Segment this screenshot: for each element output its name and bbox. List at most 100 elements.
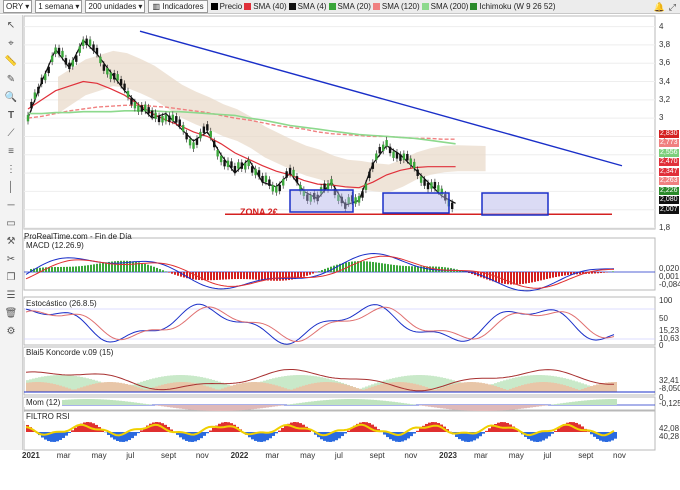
candle-body xyxy=(126,90,130,98)
mom-bar xyxy=(98,399,101,405)
koncorde-brown-area xyxy=(137,387,140,392)
candle-body xyxy=(378,146,381,154)
macd-title: MACD (12.26.9) xyxy=(24,241,86,250)
macd-histogram-bar xyxy=(237,272,239,279)
candle-body xyxy=(402,153,406,160)
macd-histogram-bar xyxy=(300,272,302,278)
mom-bar xyxy=(365,399,368,405)
macd-histogram-bar xyxy=(234,272,236,280)
mom-bar xyxy=(221,405,224,411)
mom-bar xyxy=(200,405,203,411)
koncorde-brown-area xyxy=(332,382,335,392)
macd-histogram-bar xyxy=(162,270,164,272)
x-tick-label: mar xyxy=(56,451,71,460)
candle-body xyxy=(44,73,47,81)
mom-bar xyxy=(368,399,371,405)
macd-histogram-bar xyxy=(603,272,605,273)
koncorde-brown-area xyxy=(401,382,404,392)
koncorde-brown-area xyxy=(89,384,92,392)
mom-bar xyxy=(350,399,353,405)
rsi-bar xyxy=(347,430,350,432)
mom-bar xyxy=(323,400,326,405)
macd-histogram-bar xyxy=(321,270,323,272)
koncorde-brown-area xyxy=(377,384,380,392)
candle-body xyxy=(371,162,375,169)
mom-bar xyxy=(179,405,182,409)
koncorde-brown-area xyxy=(545,382,548,392)
koncorde-brown-area xyxy=(560,384,563,392)
koncorde-brown-area xyxy=(128,384,131,392)
macd-histogram-bar xyxy=(402,265,404,272)
mom-bar xyxy=(74,399,77,405)
macd-histogram-bar xyxy=(54,267,56,272)
rsi-bar xyxy=(530,432,533,441)
koncorde-brown-area xyxy=(341,383,344,392)
macd-histogram-bar xyxy=(75,266,77,272)
mom-bar xyxy=(485,405,488,411)
mom-bar xyxy=(377,400,380,405)
mom-bar xyxy=(197,405,200,411)
chart-area[interactable] xyxy=(0,0,680,490)
macd-histogram-bar xyxy=(81,265,83,272)
koncorde-brown-area xyxy=(29,382,32,392)
koncorde-brown-area xyxy=(476,382,479,392)
koncorde-brown-area xyxy=(479,382,482,392)
rsi-bar xyxy=(602,432,605,442)
rsi-bar xyxy=(209,430,212,432)
mom-bar xyxy=(314,401,317,405)
koncorde-brown-area xyxy=(233,384,236,392)
candle-body xyxy=(223,159,226,167)
candle-body xyxy=(268,179,271,186)
macd-histogram-bar xyxy=(318,271,320,272)
macd-histogram-bar xyxy=(222,272,224,280)
macd-histogram-bar xyxy=(558,272,560,277)
mom-bar xyxy=(458,405,461,411)
mom-bar xyxy=(593,399,596,405)
mom-bar xyxy=(296,403,299,405)
mom-bar xyxy=(224,405,227,411)
macd-histogram-bar xyxy=(90,264,92,272)
macd-histogram-bar xyxy=(252,272,254,280)
koncorde-brown-area xyxy=(104,382,107,392)
candle-body xyxy=(150,110,154,117)
macd-histogram-bar xyxy=(513,272,515,285)
mom-bar xyxy=(542,405,545,406)
macd-histogram-bar xyxy=(306,272,308,276)
koncorde-brown-area xyxy=(356,388,359,392)
macd-histogram-bar xyxy=(240,272,242,279)
koncorde-brown-area xyxy=(56,384,59,392)
mom-bar xyxy=(236,405,239,411)
macd-histogram-bar xyxy=(288,272,290,281)
koncorde-brown-area xyxy=(440,387,443,392)
mom-bar xyxy=(482,405,485,411)
koncorde-brown-area xyxy=(122,383,125,392)
mom-bar xyxy=(230,405,233,411)
macd-histogram-bar xyxy=(69,266,71,272)
koncorde-brown-area xyxy=(599,383,602,392)
mom-bar xyxy=(446,405,449,409)
mom-bar xyxy=(269,405,272,408)
mom-bar xyxy=(68,399,71,405)
macd-histogram-bar xyxy=(198,272,200,280)
candle-body xyxy=(413,161,416,169)
mom-bar xyxy=(71,399,74,405)
candle-body xyxy=(85,38,88,46)
mom-bar xyxy=(467,405,470,411)
rsi-bar xyxy=(284,425,287,432)
candle-body xyxy=(247,159,250,167)
mom-bar xyxy=(491,405,494,411)
price-tag: 2,080 xyxy=(659,196,679,205)
koncorde-brown-area xyxy=(170,382,173,392)
candle-body xyxy=(437,185,440,192)
candle-body xyxy=(433,181,437,189)
macd-histogram-bar xyxy=(225,272,227,280)
macd-histogram-bar xyxy=(93,264,95,272)
rsi-filter-title: FILTRO RSI xyxy=(24,412,72,421)
candle-body xyxy=(275,186,278,193)
mom-bar xyxy=(110,399,113,405)
macd-histogram-bar xyxy=(144,263,146,272)
koncorde-brown-area xyxy=(521,385,524,392)
x-tick-label: mar xyxy=(265,451,280,460)
macd-histogram-bar xyxy=(168,272,170,273)
koncorde-brown-area xyxy=(230,385,233,392)
